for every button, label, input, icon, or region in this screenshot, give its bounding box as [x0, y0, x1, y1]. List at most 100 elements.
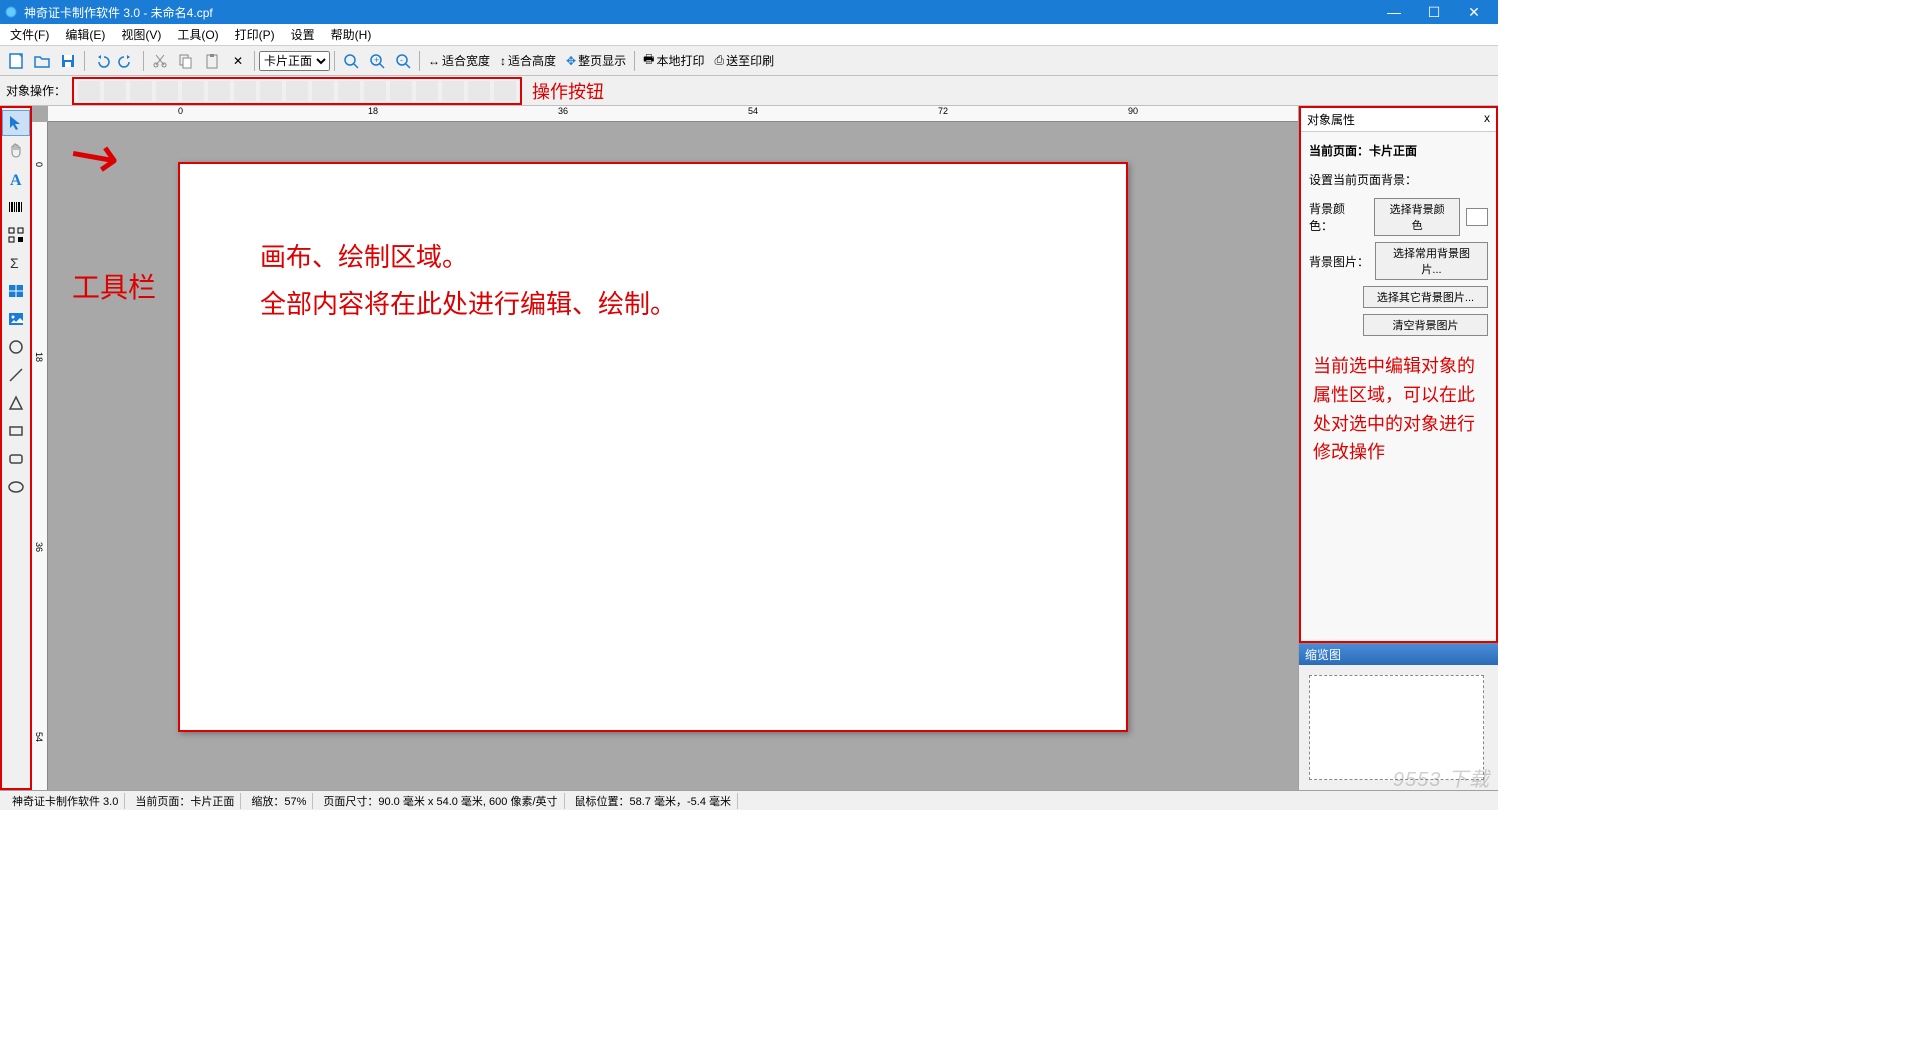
app-logo-icon: [4, 5, 18, 19]
page-select[interactable]: 卡片正面: [259, 51, 330, 71]
op-btn-4[interactable]: [156, 81, 178, 101]
op-btn-15[interactable]: [442, 81, 464, 101]
op-btn-5[interactable]: [182, 81, 204, 101]
svg-text:A: A: [10, 172, 22, 188]
op-btn-7[interactable]: [234, 81, 256, 101]
menu-help[interactable]: 帮助(H): [323, 24, 380, 45]
op-btn-14[interactable]: [416, 81, 438, 101]
thumbnail-preview[interactable]: [1309, 675, 1484, 780]
op-btn-3[interactable]: [130, 81, 152, 101]
op-btn-1[interactable]: [78, 81, 100, 101]
status-app: 神奇证卡制作软件 3.0: [6, 793, 125, 809]
card-page[interactable]: 画布、绘制区域。 全部内容将在此处进行编辑、绘制。: [178, 162, 1128, 732]
status-zoom: 缩放：57%: [245, 793, 313, 809]
qrcode-tool[interactable]: [2, 222, 30, 248]
cut-button[interactable]: [148, 49, 172, 73]
delete-button[interactable]: ✕: [226, 49, 250, 73]
status-size: 页面尺寸：90.0 毫米 x 54.0 毫米, 600 像素/英寸: [317, 793, 564, 809]
status-mouse: 鼠标位置：58.7 毫米，-5.4 毫米: [569, 793, 738, 809]
left-tool-palette: A Σ: [0, 106, 32, 790]
zoom-in-button[interactable]: +: [365, 49, 389, 73]
menu-settings[interactable]: 设置: [283, 24, 323, 45]
canvas-region: 0 18 36 54 72 90 0 18 36 54 画布、绘制区域。 全部内…: [32, 106, 1298, 790]
send-print-button[interactable]: ⎙送至印刷: [710, 52, 778, 69]
object-ops-label: 对象操作：: [6, 82, 66, 99]
save-button[interactable]: [56, 49, 80, 73]
circle-tool-small[interactable]: [2, 334, 30, 360]
main-toolbar: ✕ 卡片正面 + - ↔适合宽度 ↕适合高度 ✥整页显示 🖶本地打印 ⎙送至印刷: [0, 46, 1498, 76]
set-bg-label: 设置当前页面背景：: [1309, 171, 1488, 188]
op-btn-6[interactable]: [208, 81, 230, 101]
choose-common-bg-button[interactable]: 选择常用背景图片...: [1375, 242, 1488, 280]
titlebar: 神奇证卡制作软件 3.0 - 未命名4.cpf — ☐ ✕: [0, 0, 1498, 24]
op-btn-9[interactable]: [286, 81, 308, 101]
triangle-tool[interactable]: [2, 390, 30, 416]
minimize-button[interactable]: —: [1374, 0, 1414, 24]
fit-width-button[interactable]: ↔适合宽度: [424, 52, 494, 69]
properties-header: 对象属性 x: [1301, 108, 1496, 132]
statusbar: 神奇证卡制作软件 3.0 当前页面：卡片正面 缩放：57% 页面尺寸：90.0 …: [0, 790, 1498, 810]
op-btn-2[interactable]: [104, 81, 126, 101]
properties-panel: 对象属性 x 当前页面：卡片正面 设置当前页面背景： 背景颜色： 选择背景颜色 …: [1299, 106, 1498, 643]
ops-annotation: 操作按钮: [532, 78, 604, 104]
canvas-annotation: 画布、绘制区域。 全部内容将在此处进行编辑、绘制。: [260, 234, 676, 328]
text-tool[interactable]: A: [2, 166, 30, 192]
paste-button[interactable]: [200, 49, 224, 73]
svg-text:+: +: [374, 55, 379, 65]
choose-other-bg-button[interactable]: 选择其它背景图片...: [1363, 286, 1488, 308]
roundrect-tool[interactable]: [2, 446, 30, 472]
line-tool[interactable]: [2, 362, 30, 388]
undo-button[interactable]: [89, 49, 113, 73]
thumbnail-header: 缩览图: [1299, 644, 1498, 665]
hand-tool[interactable]: [2, 138, 30, 164]
table-tool[interactable]: [2, 278, 30, 304]
canvas-viewport[interactable]: 画布、绘制区域。 全部内容将在此处进行编辑、绘制。: [48, 122, 1298, 790]
clear-bg-button[interactable]: 清空背景图片: [1363, 314, 1488, 336]
choose-bg-color-button[interactable]: 选择背景颜色: [1374, 198, 1461, 236]
ellipse-tool[interactable]: [2, 474, 30, 500]
right-panel: 对象属性 x 当前页面：卡片正面 设置当前页面背景： 背景颜色： 选择背景颜色 …: [1298, 106, 1498, 790]
copy-button[interactable]: [174, 49, 198, 73]
properties-close[interactable]: x: [1484, 111, 1490, 128]
select-tool[interactable]: [2, 110, 30, 136]
property-annotation: 当前选中编辑对象的属性区域，可以在此处对选中的对象进行修改操作: [1309, 342, 1488, 477]
op-btn-13[interactable]: [390, 81, 412, 101]
menu-view[interactable]: 视图(V): [113, 24, 169, 45]
op-btn-10[interactable]: [312, 81, 334, 101]
zoom-actual-button[interactable]: [339, 49, 363, 73]
zoom-out-button[interactable]: -: [391, 49, 415, 73]
rect-tool[interactable]: [2, 418, 30, 444]
op-btn-17[interactable]: [494, 81, 516, 101]
open-button[interactable]: [30, 49, 54, 73]
bg-color-swatch[interactable]: [1466, 208, 1488, 226]
barcode-tool[interactable]: [2, 194, 30, 220]
main-area: A Σ 0 18 36 54 72 90 0 18 36 54: [0, 106, 1498, 790]
full-page-button[interactable]: ✥整页显示: [562, 52, 630, 69]
thumbnail-panel: 缩览图: [1299, 643, 1498, 790]
vertical-ruler: 0 18 36 54: [32, 122, 48, 790]
toolbar-annotation: 工具栏: [72, 266, 156, 306]
menubar: 文件(F) 编辑(E) 视图(V) 工具(O) 打印(P) 设置 帮助(H): [0, 24, 1498, 46]
object-toolbar: 对象操作： 操作按钮: [0, 76, 1498, 106]
object-ops-box: [72, 77, 522, 105]
svg-text:-: -: [400, 55, 403, 65]
maximize-button[interactable]: ☐: [1414, 0, 1454, 24]
image-tool[interactable]: [2, 306, 30, 332]
new-button[interactable]: [4, 49, 28, 73]
op-btn-11[interactable]: [338, 81, 360, 101]
svg-text:Σ: Σ: [10, 255, 19, 271]
menu-file[interactable]: 文件(F): [2, 24, 57, 45]
menu-tools[interactable]: 工具(O): [169, 24, 226, 45]
menu-print[interactable]: 打印(P): [227, 24, 283, 45]
fit-height-button[interactable]: ↕适合高度: [496, 52, 560, 69]
menu-edit[interactable]: 编辑(E): [57, 24, 113, 45]
op-btn-16[interactable]: [468, 81, 490, 101]
local-print-button[interactable]: 🖶本地打印: [639, 50, 708, 71]
redo-button[interactable]: [115, 49, 139, 73]
close-button[interactable]: ✕: [1454, 0, 1494, 24]
op-btn-12[interactable]: [364, 81, 386, 101]
current-page-label: 当前页面：卡片正面: [1309, 142, 1488, 159]
sum-tool[interactable]: Σ: [2, 250, 30, 276]
op-btn-8[interactable]: [260, 81, 282, 101]
properties-title: 对象属性: [1307, 111, 1355, 128]
